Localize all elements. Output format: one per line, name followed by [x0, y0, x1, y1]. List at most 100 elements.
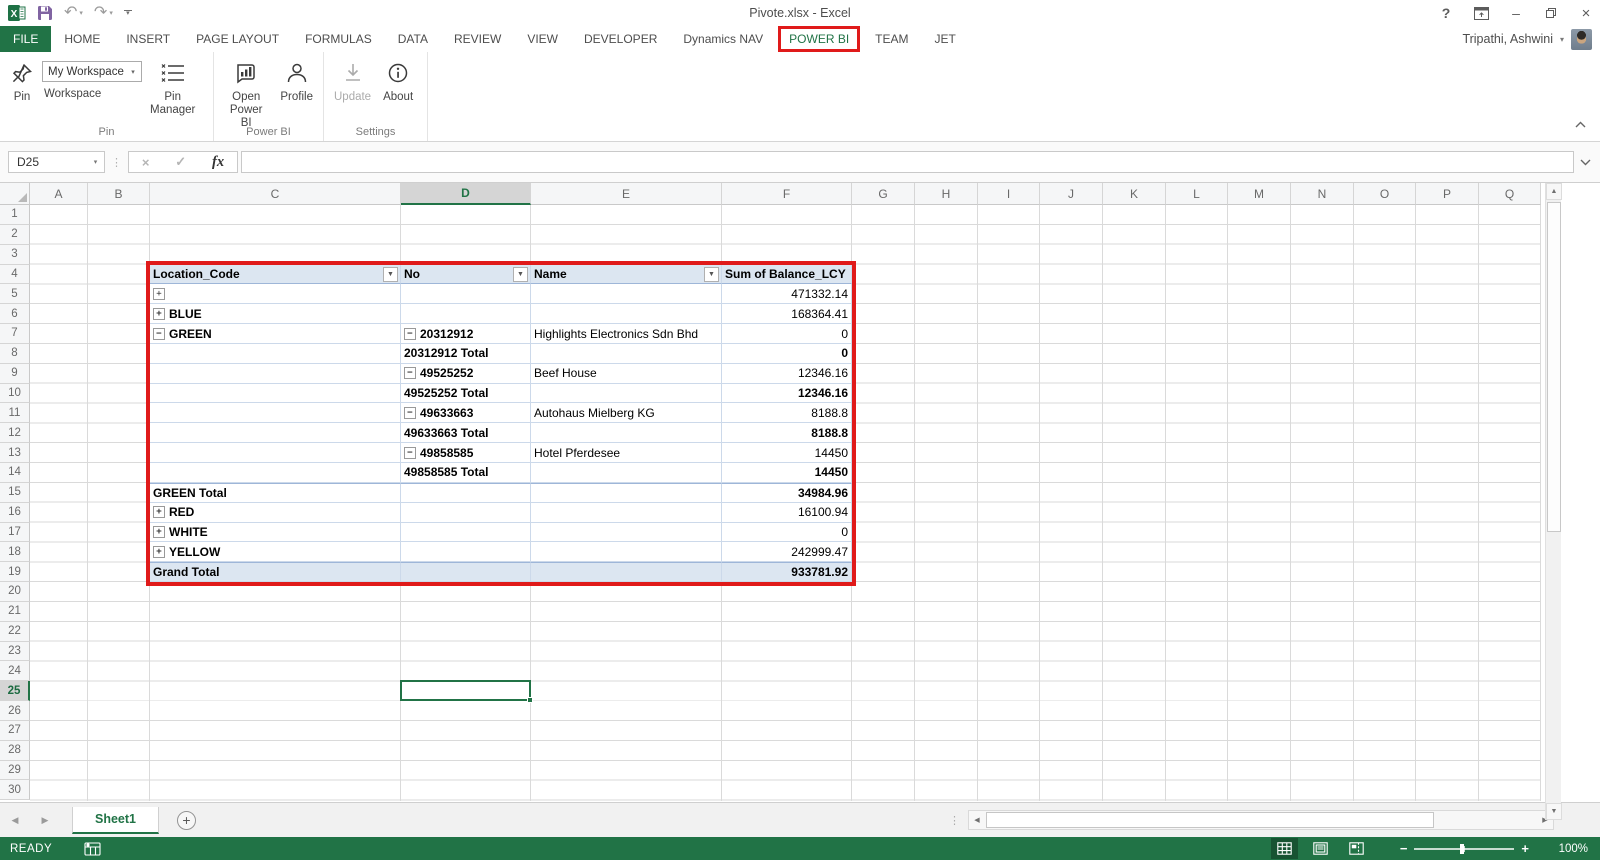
name-box[interactable]: D25 ▾ — [8, 151, 105, 173]
row-header-3[interactable]: 3 — [0, 245, 30, 265]
ribbon-tab-file[interactable]: FILE — [0, 26, 51, 52]
vertical-scrollbar[interactable]: ▲ ▼ — [1545, 183, 1561, 820]
about-button[interactable]: About — [377, 54, 419, 104]
ribbon-tab-dynamics-nav[interactable]: Dynamics NAV — [670, 26, 776, 52]
row-header-27[interactable]: 27 — [0, 721, 30, 741]
collapse-icon[interactable]: − — [404, 407, 416, 419]
column-header-H[interactable]: H — [915, 183, 978, 205]
collapse-icon[interactable]: − — [153, 328, 165, 340]
ribbon-tab-page-layout[interactable]: PAGE LAYOUT — [183, 26, 292, 52]
row-header-6[interactable]: 6 — [0, 304, 30, 324]
zoom-thumb[interactable] — [1460, 844, 1464, 854]
expand-icon[interactable]: + — [153, 506, 165, 518]
sheet-tab-sheet1[interactable]: Sheet1 — [72, 807, 159, 834]
normal-view-button[interactable] — [1271, 838, 1298, 859]
collapse-icon[interactable]: − — [404, 328, 416, 340]
zoom-slider[interactable]: − + — [1393, 841, 1536, 856]
vertical-scrollbar-thumb[interactable] — [1547, 202, 1561, 532]
scroll-up-icon[interactable]: ▲ — [1546, 183, 1562, 200]
row-header-11[interactable]: 11 — [0, 403, 30, 423]
page-layout-view-button[interactable] — [1307, 838, 1334, 859]
column-header-E[interactable]: E — [531, 183, 722, 205]
row-header-5[interactable]: 5 — [0, 284, 30, 304]
row-header-16[interactable]: 16 — [0, 503, 30, 523]
filter-dropdown-icon[interactable]: ▼ — [704, 267, 719, 282]
column-header-M[interactable]: M — [1228, 183, 1291, 205]
column-header-I[interactable]: I — [978, 183, 1040, 205]
row-header-14[interactable]: 14 — [0, 463, 30, 483]
formula-input[interactable] — [241, 151, 1574, 173]
row-header-9[interactable]: 9 — [0, 364, 30, 384]
tabbar-drag-handle[interactable]: ⋮ — [949, 814, 960, 827]
row-header-2[interactable]: 2 — [0, 225, 30, 245]
column-header-N[interactable]: N — [1291, 183, 1354, 205]
row-header-7[interactable]: 7 — [0, 324, 30, 344]
collapse-icon[interactable]: − — [404, 367, 416, 379]
filter-dropdown-icon[interactable]: ▼ — [513, 267, 528, 282]
row-header-12[interactable]: 12 — [0, 423, 30, 443]
pin-manager-button[interactable]: Pin Manager — [144, 54, 201, 117]
filter-dropdown-icon[interactable]: ▼ — [383, 267, 398, 282]
ribbon-tab-team[interactable]: TEAM — [862, 26, 921, 52]
restore-icon[interactable] — [1543, 4, 1559, 22]
open-power-bi-button[interactable]: Open Power BI — [218, 54, 274, 130]
help-icon[interactable]: ? — [1438, 4, 1454, 22]
ribbon-tab-view[interactable]: VIEW — [514, 26, 571, 52]
user-account[interactable]: Tripathi, Ashwini ▾ — [1462, 26, 1600, 52]
column-header-B[interactable]: B — [88, 183, 150, 205]
enter-icon[interactable]: ✓ — [175, 154, 186, 170]
selected-cell[interactable] — [400, 680, 531, 701]
column-header-G[interactable]: G — [852, 183, 915, 205]
ribbon-tab-data[interactable]: DATA — [385, 26, 441, 52]
zoom-in-icon[interactable]: + — [1514, 841, 1536, 856]
row-header-15[interactable]: 15 — [0, 483, 30, 503]
cancel-icon[interactable]: × — [142, 155, 150, 170]
row-header-19[interactable]: 19 — [0, 562, 30, 582]
ribbon-tab-developer[interactable]: DEVELOPER — [571, 26, 670, 52]
new-sheet-icon[interactable]: + — [177, 811, 196, 830]
row-header-30[interactable]: 30 — [0, 780, 30, 800]
fill-handle[interactable] — [527, 697, 533, 703]
expand-icon[interactable]: + — [153, 526, 165, 538]
row-header-25[interactable]: 25 — [0, 681, 30, 701]
expand-formula-bar-icon[interactable] — [1580, 153, 1591, 171]
column-header-A[interactable]: A — [30, 183, 88, 205]
column-header-L[interactable]: L — [1166, 183, 1228, 205]
column-header-D[interactable]: D — [401, 183, 531, 205]
column-header-P[interactable]: P — [1416, 183, 1479, 205]
ribbon-tab-home[interactable]: HOME — [51, 26, 113, 52]
row-header-20[interactable]: 20 — [0, 582, 30, 602]
name-box-dropdown-icon[interactable]: ▾ — [87, 152, 104, 172]
macro-record-icon[interactable] — [84, 842, 101, 856]
scroll-left-icon[interactable]: ◀ — [969, 811, 985, 829]
horizontal-scrollbar[interactable]: ◀ ▶ — [968, 810, 1554, 830]
column-header-Q[interactable]: Q — [1479, 183, 1541, 205]
expand-icon[interactable]: + — [153, 546, 165, 558]
sheet-nav-right-icon[interactable]: ▶ — [30, 815, 60, 826]
row-header-21[interactable]: 21 — [0, 602, 30, 622]
row-header-26[interactable]: 26 — [0, 701, 30, 721]
row-header-10[interactable]: 10 — [0, 384, 30, 404]
user-avatar[interactable] — [1571, 29, 1592, 50]
ribbon-tab-jet[interactable]: JET — [922, 26, 969, 52]
row-header-1[interactable]: 1 — [0, 205, 30, 225]
insert-function-icon[interactable]: fx — [212, 154, 224, 171]
minimize-icon[interactable]: – — [1508, 4, 1524, 22]
expand-icon[interactable]: + — [153, 308, 165, 320]
row-header-24[interactable]: 24 — [0, 661, 30, 681]
column-header-K[interactable]: K — [1103, 183, 1166, 205]
column-header-O[interactable]: O — [1354, 183, 1416, 205]
scroll-down-icon[interactable]: ▼ — [1546, 803, 1562, 820]
ribbon-display-options-icon[interactable] — [1473, 4, 1489, 22]
user-dropdown-icon[interactable]: ▾ — [1560, 35, 1564, 44]
row-header-4[interactable]: 4 — [0, 265, 30, 285]
zoom-out-icon[interactable]: − — [1393, 841, 1415, 856]
ribbon-tab-insert[interactable]: INSERT — [113, 26, 183, 52]
ribbon-tab-formulas[interactable]: FORMULAS — [292, 26, 385, 52]
sheet-nav-left-icon[interactable]: ◀ — [0, 815, 30, 826]
row-header-29[interactable]: 29 — [0, 761, 30, 781]
profile-button[interactable]: Profile — [274, 54, 319, 104]
pin-button[interactable]: Pin — [4, 54, 40, 104]
row-header-18[interactable]: 18 — [0, 542, 30, 562]
select-all-corner[interactable] — [0, 183, 30, 205]
